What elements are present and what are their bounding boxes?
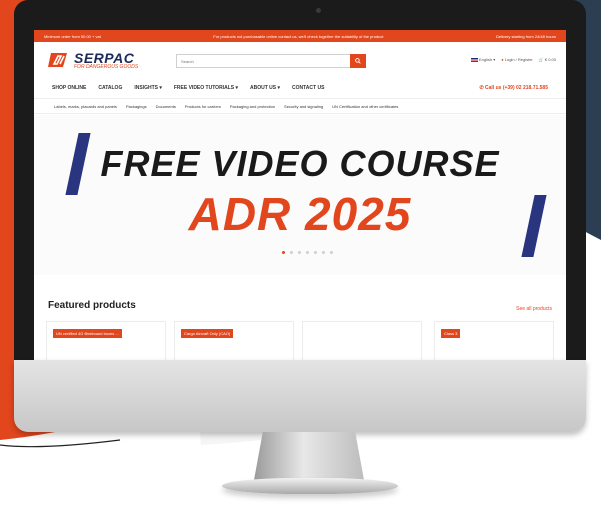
monitor-stand	[254, 432, 364, 480]
phone-number: Call us (+39) 02 218.71.585	[485, 85, 548, 91]
category-documents[interactable]: Documents	[156, 104, 176, 109]
phone-icon: ✆	[479, 85, 484, 91]
featured-products-heading: Featured products	[48, 300, 136, 311]
uk-flag-icon	[470, 57, 478, 62]
hero-subtitle: ADR 2025	[188, 188, 412, 240]
monitor-base	[222, 478, 398, 494]
nav-insights[interactable]: INSIGHTS ▾	[134, 85, 162, 91]
topbar-min-order: Minimum order from 50.00 + vat	[44, 33, 101, 39]
slider-dots	[282, 251, 333, 254]
slider-dot[interactable]	[306, 251, 309, 254]
monitor-bezel: Minimum order from 50.00 + vat For produ…	[14, 0, 586, 360]
category-labels[interactable]: Labels, marks, placards and panels	[54, 104, 117, 109]
product-card[interactable]	[302, 321, 422, 360]
nav-free-video-tutorials[interactable]: FREE VIDEO TUTORIALS ▾	[174, 85, 238, 91]
product-badge: UN certified 4G fibreboard boxes ...	[53, 329, 122, 338]
main-nav: SHOP ONLINE CATALOG INSIGHTS ▾ FREE VIDE…	[34, 80, 566, 96]
header-actions: English ▾ ● Login / Register 🛒 € 0.00	[470, 57, 556, 62]
nav-about-us[interactable]: ABOUT US ▾	[250, 85, 280, 91]
serpac-logo[interactable]: SERPAC FOR DANGEROUS GOODS	[48, 50, 164, 72]
slider-dot[interactable]	[314, 251, 317, 254]
product-badge: Class 3	[441, 329, 461, 338]
login-register-link[interactable]: ● Login / Register	[501, 57, 533, 62]
product-card[interactable]: Cargo Aircraft Only (CAO)	[174, 321, 294, 360]
slider-dot[interactable]	[322, 251, 325, 254]
monitor-chin	[14, 360, 586, 432]
product-card[interactable]: UN certified 4G fibreboard boxes ...	[46, 321, 166, 360]
nav-catalog[interactable]: CATALOG	[98, 85, 122, 91]
imac-monitor: Minimum order from 50.00 + vat For produ…	[14, 0, 586, 494]
product-card[interactable]: Class 3	[434, 321, 554, 360]
search-button[interactable]	[350, 54, 366, 68]
cart-total: € 0.00	[544, 57, 556, 62]
serpac-logo-icon	[48, 53, 67, 67]
user-icon: ●	[501, 57, 504, 62]
call-us-phone[interactable]: ✆ Call us (+39) 02 218.71.585	[479, 85, 548, 91]
language-selector[interactable]: English ▾	[470, 57, 495, 62]
category-packaging-protection[interactable]: Packaging and protection	[230, 104, 275, 109]
category-un-certification[interactable]: UN Certification and other certificates	[332, 104, 398, 109]
camera-dot	[316, 8, 321, 13]
nav-contact-us[interactable]: CONTACT US	[292, 85, 324, 91]
category-nav: Labels, marks, placards and panels Packa…	[34, 98, 566, 114]
slider-dot[interactable]	[330, 251, 333, 254]
language-label: English	[478, 57, 493, 62]
slider-dot[interactable]	[282, 251, 285, 254]
featured-products-list: UN certified 4G fibreboard boxes ... Car…	[46, 321, 554, 360]
account-label: Login / Register	[504, 57, 533, 62]
product-badge: Cargo Aircraft Only (CAO)	[181, 329, 234, 338]
search-bar	[176, 54, 366, 68]
see-all-products-link[interactable]: See all products	[516, 306, 552, 312]
nav-tutorials-label: FREE VIDEO TUTORIALS	[173, 85, 235, 91]
top-info-bar: Minimum order from 50.00 + vat For produ…	[34, 30, 566, 42]
slider-dot[interactable]	[298, 251, 301, 254]
site-header: SERPAC FOR DANGEROUS GOODS English ▾ ● L…	[34, 42, 566, 76]
category-products-for-carriers[interactable]: Products for carriers	[185, 104, 221, 109]
topbar-contact-note[interactable]: For products not purchasable online cont…	[213, 34, 383, 39]
nav-insights-label: INSIGHTS	[134, 85, 158, 91]
nav-about-label: ABOUT US	[249, 85, 277, 91]
topbar-delivery: Delivery starting from 24/48 hours	[495, 33, 556, 39]
website-screen: Minimum order from 50.00 + vat For produ…	[34, 30, 566, 360]
search-input[interactable]	[177, 55, 337, 67]
slider-dot[interactable]	[290, 251, 293, 254]
hero-title: FREE VIDEO COURSE	[100, 143, 500, 184]
cart-button[interactable]: 🛒 € 0.00	[539, 57, 556, 62]
category-packagings[interactable]: Packagings	[126, 104, 147, 109]
search-icon	[355, 58, 361, 64]
hero-banner[interactable]: FREE VIDEO COURSE ADR 2025	[34, 115, 566, 275]
category-security-signaling[interactable]: Security and signaling	[284, 104, 323, 109]
nav-shop-online[interactable]: SHOP ONLINE	[52, 85, 86, 91]
logo-tagline: FOR DANGEROUS GOODS	[74, 64, 139, 70]
cart-icon: 🛒	[538, 57, 544, 62]
